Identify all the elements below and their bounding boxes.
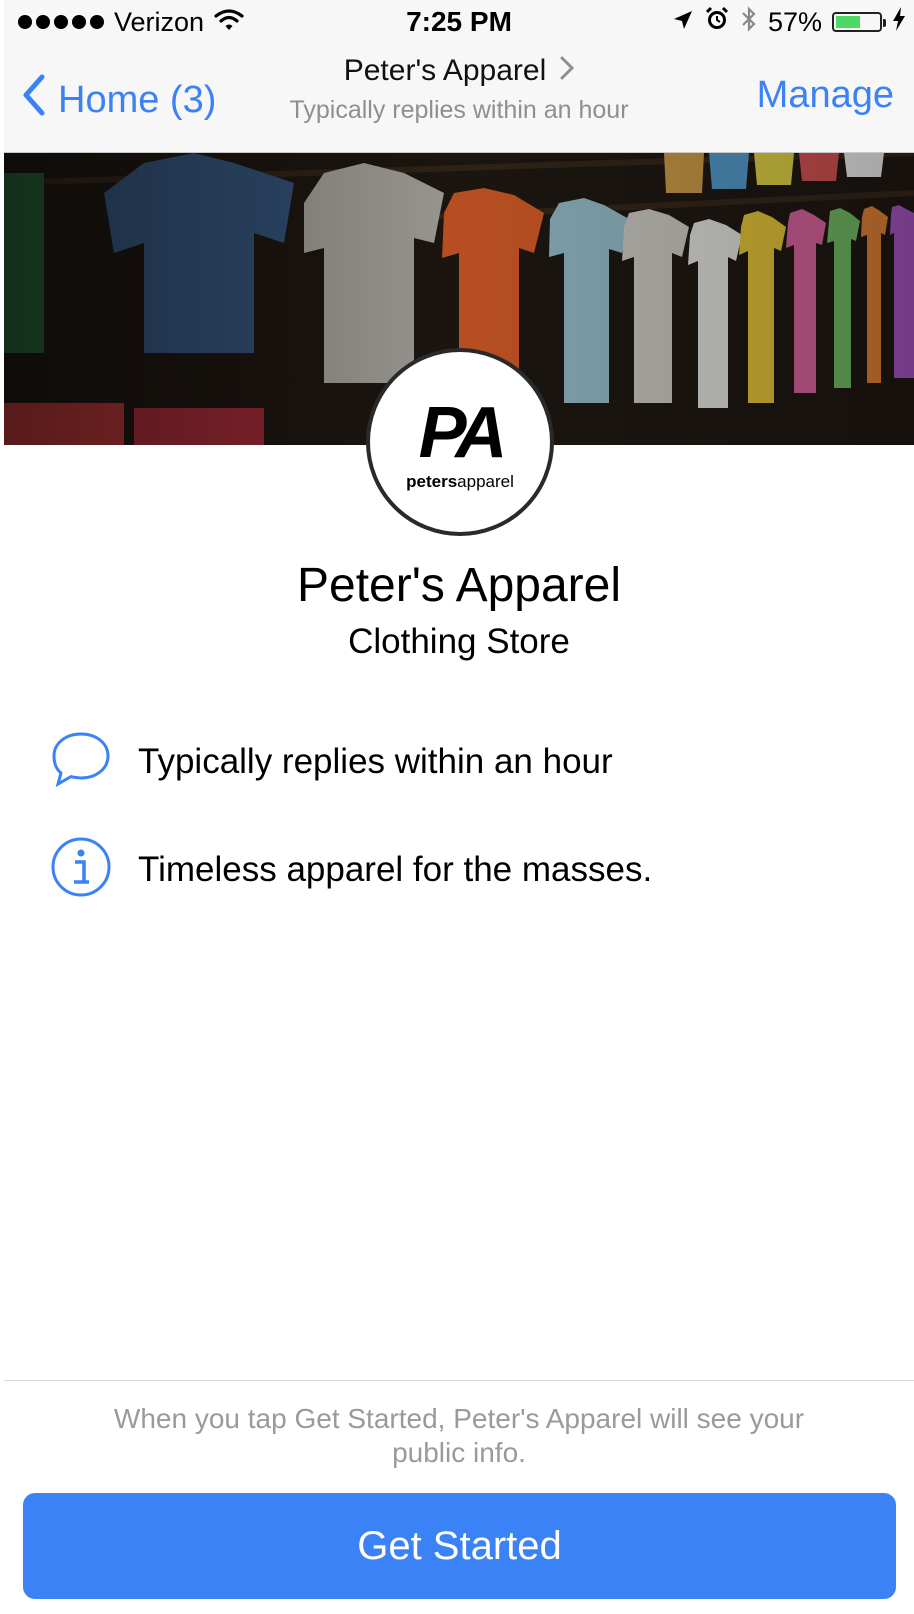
bluetooth-icon xyxy=(740,5,758,40)
response-time-row: Typically replies within an hour xyxy=(50,728,613,795)
info-icon xyxy=(50,836,112,903)
chat-bubble-icon xyxy=(50,728,112,795)
get-started-button[interactable]: Get Started xyxy=(23,1493,896,1599)
page-category: Clothing Store xyxy=(348,622,570,661)
status-bar: Verizon 7:25 PM 57% xyxy=(4,0,914,44)
status-right: 57% xyxy=(672,4,906,40)
privacy-disclaimer: When you tap Get Started, Peter's Appare… xyxy=(113,1403,805,1468)
battery-tip xyxy=(883,19,886,27)
logo-wordmark-light: apparel xyxy=(457,472,514,491)
location-arrow-icon xyxy=(672,7,694,38)
alarm-icon xyxy=(704,6,730,39)
navigation-bar: Home (3) Peter's Apparel Typically repli… xyxy=(4,44,914,153)
manage-button[interactable]: Manage xyxy=(757,74,894,117)
charging-bolt-icon xyxy=(892,6,906,38)
logo-monogram: PA xyxy=(418,393,508,473)
app-frame: Verizon 7:25 PM 57% Home (3) Peter's App… xyxy=(4,0,914,1614)
battery-percent: 57% xyxy=(767,6,822,37)
battery-icon xyxy=(832,12,886,32)
nav-title-row: Peter's Apparel xyxy=(344,54,575,88)
battery-fill xyxy=(836,16,860,28)
footer-divider xyxy=(4,1380,914,1381)
page-name: Peter's Apparel xyxy=(296,559,622,612)
about-row: Timeless apparel for the masses. xyxy=(50,836,652,903)
nav-title: Peter's Apparel xyxy=(343,54,547,87)
about-text: Timeless apparel for the masses. xyxy=(138,849,653,889)
page-logo: PA petersapparel xyxy=(366,348,554,536)
response-time-text: Typically replies within an hour xyxy=(138,741,613,781)
logo-wordmark-bold: peters xyxy=(406,472,458,491)
chevron-right-icon xyxy=(560,54,575,88)
logo-wordmark: petersapparel xyxy=(406,472,514,492)
